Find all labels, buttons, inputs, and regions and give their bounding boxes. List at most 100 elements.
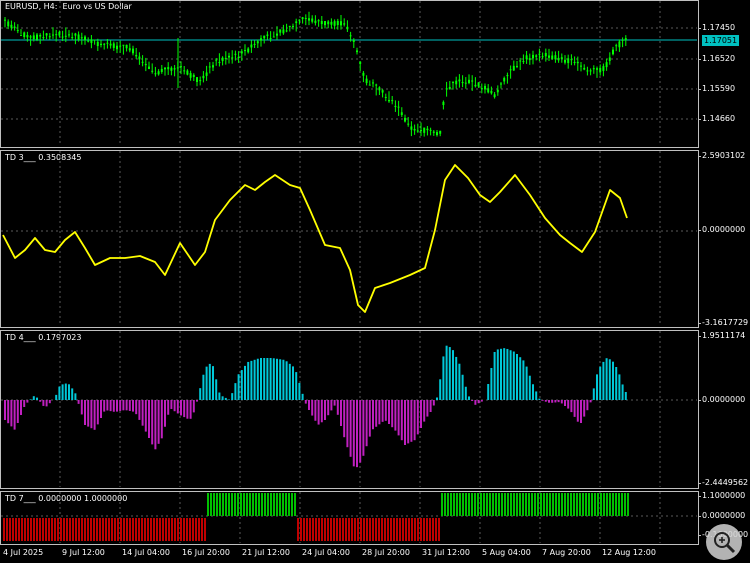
date-tick: 7 Aug 20:00 xyxy=(542,548,591,557)
price-candle-body xyxy=(199,80,202,82)
price-candle-body xyxy=(16,30,19,32)
price-candle-body xyxy=(589,70,592,72)
price-candle-body xyxy=(109,43,112,46)
price-candle-body xyxy=(263,35,266,39)
price-candle-body xyxy=(500,83,502,85)
price-candle-body xyxy=(218,62,221,64)
price-candle-body xyxy=(372,82,374,84)
price-candle-body xyxy=(231,57,234,59)
price-candle-body xyxy=(410,126,413,130)
price-candle-body xyxy=(90,39,93,43)
price-candle-body xyxy=(512,65,515,71)
price-candle-body xyxy=(215,59,218,61)
price-candle-body xyxy=(157,71,160,75)
price-candle-body xyxy=(74,33,77,36)
price-candle-body xyxy=(522,61,525,63)
price-candle-body xyxy=(458,79,461,82)
price-candle-body xyxy=(29,36,32,38)
price-candle-body xyxy=(183,70,186,72)
price-candle-body xyxy=(548,55,550,58)
price-candle-body xyxy=(77,34,80,40)
price-candle-body xyxy=(391,99,394,102)
price-candle-body xyxy=(506,75,509,77)
price-candle-body xyxy=(365,78,368,84)
price-candle-body xyxy=(106,42,109,44)
price-candle-body xyxy=(356,50,358,53)
price-candle-body xyxy=(413,128,416,131)
price-candle-body xyxy=(292,25,294,27)
price-candle-body xyxy=(26,35,29,38)
price-candle-body xyxy=(426,128,429,131)
price-candle-body xyxy=(423,127,426,133)
price-candle-body xyxy=(381,90,384,93)
price-candle-body xyxy=(602,66,605,71)
price-candle-body xyxy=(112,43,115,48)
price-candle-body xyxy=(7,21,10,27)
price-candle-body xyxy=(244,50,246,52)
price-candle-body xyxy=(599,67,602,73)
price-candle-body xyxy=(167,67,170,70)
price-candle-body xyxy=(343,23,346,25)
price-candle-body xyxy=(624,38,627,41)
chart-drawing-surface xyxy=(1,1,697,543)
price-candle-body xyxy=(384,96,387,98)
price-candle-body xyxy=(484,85,486,90)
date-tick: 16 Jul 20:00 xyxy=(182,548,230,557)
price-candle-body xyxy=(359,61,362,64)
price-candle-body xyxy=(490,90,493,94)
price-candle-body xyxy=(141,61,144,63)
price-candle-body xyxy=(394,105,397,108)
date-tick: 5 Aug 04:00 xyxy=(482,548,531,557)
price-candle-body xyxy=(208,66,211,68)
price-candle-body xyxy=(544,53,547,57)
price-candle-body xyxy=(304,17,307,19)
price-candle-body xyxy=(439,130,442,134)
price-candle-body xyxy=(237,56,240,58)
price-candle-body xyxy=(39,35,42,37)
price-candle-body xyxy=(20,34,22,36)
zoom-button[interactable] xyxy=(706,524,742,560)
price-candle-body xyxy=(618,41,621,48)
price-candle-body xyxy=(570,59,573,61)
price-candle-body xyxy=(525,55,528,60)
price-candle-body xyxy=(496,89,499,93)
date-tick: 4 Jul 2025 xyxy=(3,548,44,557)
price-candle-body xyxy=(509,69,512,71)
price-candle-body xyxy=(477,82,480,87)
price-candle-body xyxy=(250,44,253,48)
price-candle-body xyxy=(346,26,349,30)
price-candle-body xyxy=(455,80,458,85)
price-candle-body xyxy=(445,88,448,90)
price-candle-body xyxy=(442,101,445,106)
date-tick: 31 Jul 12:00 xyxy=(422,548,470,557)
price-candle-body xyxy=(298,19,301,21)
price-candle-body xyxy=(340,21,342,26)
price-candle-body xyxy=(282,29,285,34)
price-candle-body xyxy=(96,41,99,47)
price-candle-body xyxy=(71,37,74,39)
price-candle-body xyxy=(52,34,54,36)
price-candle-body xyxy=(103,43,106,45)
date-tick: 24 Jul 04:00 xyxy=(302,548,350,557)
price-candle-body xyxy=(567,58,570,64)
price-candle-body xyxy=(247,48,250,53)
price-candle-body xyxy=(519,60,522,62)
price-candle-body xyxy=(160,68,163,72)
price-candle-body xyxy=(4,19,6,21)
price-candle-body xyxy=(266,34,269,36)
price-candle-body xyxy=(48,36,51,38)
price-candle-body xyxy=(164,67,166,70)
price-candle-body xyxy=(612,49,614,55)
price-candle-body xyxy=(301,17,304,20)
price-candle-body xyxy=(279,29,282,33)
price-candle-body xyxy=(260,38,262,41)
price-candle-body xyxy=(272,36,275,38)
price-candle-body xyxy=(170,67,173,71)
price-candle-body xyxy=(397,106,400,108)
price-candle-body xyxy=(36,34,38,40)
price-candle-body xyxy=(474,84,477,87)
price-candle-body xyxy=(311,18,314,22)
price-candle-body xyxy=(352,39,355,42)
price-candle-body xyxy=(400,112,403,116)
price-candle-body xyxy=(224,57,227,59)
